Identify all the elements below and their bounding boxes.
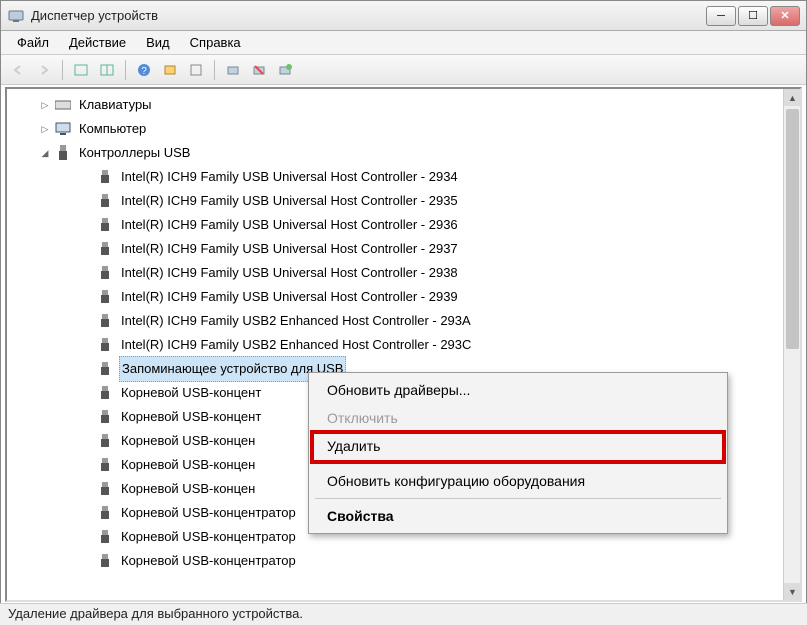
tree-item[interactable]: Intel(R) ICH9 Family USB2 Enhanced Host … xyxy=(11,333,800,357)
toolbar-separator xyxy=(62,60,63,80)
tree-label: Корневой USB-концент xyxy=(119,405,263,429)
tree-item[interactable]: Intel(R) ICH9 Family USB Universal Host … xyxy=(11,285,800,309)
usb-icon xyxy=(97,529,113,545)
usb-icon xyxy=(97,385,113,401)
context-separator xyxy=(315,463,721,464)
tree-label: Корневой USB-концен xyxy=(119,429,257,453)
usb-icon xyxy=(97,289,113,305)
context-delete[interactable]: Удалить xyxy=(311,432,725,460)
context-menu: Обновить драйверы... Отключить Удалить О… xyxy=(308,372,728,534)
tree-item[interactable]: Intel(R) ICH9 Family USB2 Enhanced Host … xyxy=(11,309,800,333)
tree-label: Компьютер xyxy=(77,117,148,141)
vertical-scrollbar[interactable]: ▲ ▼ xyxy=(783,89,800,600)
tree-label: Корневой USB-концентратор xyxy=(119,549,298,573)
tree-label: Intel(R) ICH9 Family USB Universal Host … xyxy=(119,237,460,261)
back-button[interactable] xyxy=(7,59,29,81)
tree-item[interactable]: Intel(R) ICH9 Family USB Universal Host … xyxy=(11,165,800,189)
context-update-drivers[interactable]: Обновить драйверы... xyxy=(311,376,725,404)
statusbar: Удаление драйвера для выбранного устройс… xyxy=(0,603,807,625)
menu-action[interactable]: Действие xyxy=(59,33,136,52)
menubar: Файл Действие Вид Справка xyxy=(1,31,806,55)
toolbar-btn-4[interactable] xyxy=(185,59,207,81)
tree-label: Intel(R) ICH9 Family USB Universal Host … xyxy=(119,213,460,237)
tree-node-keyboards[interactable]: ▷ Клавиатуры xyxy=(11,93,800,117)
expand-icon[interactable]: ▷ xyxy=(39,99,51,111)
usb-icon xyxy=(97,337,113,353)
usb-icon xyxy=(55,145,71,161)
usb-icon xyxy=(97,265,113,281)
expand-icon[interactable]: ▷ xyxy=(39,123,51,135)
toolbar: ? xyxy=(1,55,806,85)
usb-icon xyxy=(97,553,113,569)
usb-icon xyxy=(97,433,113,449)
app-icon xyxy=(7,7,25,25)
forward-button[interactable] xyxy=(33,59,55,81)
context-separator xyxy=(315,498,721,499)
scan-hardware-button[interactable] xyxy=(222,59,244,81)
tree-label: Клавиатуры xyxy=(77,93,154,117)
maximize-button[interactable]: ☐ xyxy=(738,6,768,26)
menu-help[interactable]: Справка xyxy=(180,33,251,52)
menu-view[interactable]: Вид xyxy=(136,33,180,52)
tree-label: Корневой USB-концентратор xyxy=(119,525,298,549)
svg-text:?: ? xyxy=(141,66,147,77)
close-button[interactable]: ✕ xyxy=(770,6,800,26)
toolbar-btn-6[interactable] xyxy=(274,59,296,81)
usb-icon xyxy=(97,241,113,257)
computer-icon xyxy=(55,121,71,137)
tree-label: Корневой USB-концентратор xyxy=(119,501,298,525)
tree-item[interactable]: Intel(R) ICH9 Family USB Universal Host … xyxy=(11,189,800,213)
tree-label: Intel(R) ICH9 Family USB Universal Host … xyxy=(119,165,460,189)
tree-item[interactable]: Intel(R) ICH9 Family USB Universal Host … xyxy=(11,213,800,237)
window-title: Диспетчер устройств xyxy=(31,8,706,23)
keyboard-icon xyxy=(55,97,71,113)
tree-label: Корневой USB-концен xyxy=(119,453,257,477)
usb-icon xyxy=(97,457,113,473)
tree-label: Intel(R) ICH9 Family USB Universal Host … xyxy=(119,261,460,285)
usb-icon xyxy=(97,169,113,185)
context-properties[interactable]: Свойства xyxy=(311,502,725,530)
scroll-down-button[interactable]: ▼ xyxy=(784,583,801,600)
tree-label: Intel(R) ICH9 Family USB Universal Host … xyxy=(119,285,460,309)
tree-label: Intel(R) ICH9 Family USB2 Enhanced Host … xyxy=(119,309,473,333)
minimize-button[interactable]: ─ xyxy=(706,6,736,26)
window-buttons: ─ ☐ ✕ xyxy=(706,6,800,26)
tree-label: Intel(R) ICH9 Family USB2 Enhanced Host … xyxy=(119,333,473,357)
tree-label: Корневой USB-концент xyxy=(119,381,263,405)
usb-icon xyxy=(97,481,113,497)
usb-icon xyxy=(97,217,113,233)
tree-item[interactable]: Intel(R) ICH9 Family USB Universal Host … xyxy=(11,237,800,261)
context-disable[interactable]: Отключить xyxy=(311,404,725,432)
tree-label: Корневой USB-концен xyxy=(119,477,257,501)
help-button[interactable]: ? xyxy=(133,59,155,81)
scroll-up-button[interactable]: ▲ xyxy=(784,89,801,106)
tree-label: Контроллеры USB xyxy=(77,141,192,165)
context-scan-hardware[interactable]: Обновить конфигурацию оборудования xyxy=(311,467,725,495)
tree-node-computer[interactable]: ▷ Компьютер xyxy=(11,117,800,141)
tree-item[interactable]: Корневой USB-концентратор xyxy=(11,549,800,573)
collapse-icon[interactable]: ◢ xyxy=(39,147,51,159)
toolbar-btn-1[interactable] xyxy=(70,59,92,81)
status-text: Удаление драйвера для выбранного устройс… xyxy=(8,606,303,621)
usb-icon xyxy=(97,193,113,209)
tree-node-usb-controllers[interactable]: ◢ Контроллеры USB xyxy=(11,141,800,165)
usb-icon xyxy=(97,361,113,377)
menu-file[interactable]: Файл xyxy=(7,33,59,52)
tree-item[interactable]: Intel(R) ICH9 Family USB Universal Host … xyxy=(11,261,800,285)
usb-icon xyxy=(97,409,113,425)
toolbar-separator xyxy=(214,60,215,80)
toolbar-btn-3[interactable] xyxy=(159,59,181,81)
usb-icon xyxy=(97,505,113,521)
toolbar-separator xyxy=(125,60,126,80)
titlebar: Диспетчер устройств ─ ☐ ✕ xyxy=(1,1,806,31)
toolbar-btn-5[interactable] xyxy=(248,59,270,81)
tree-label: Intel(R) ICH9 Family USB Universal Host … xyxy=(119,189,460,213)
usb-icon xyxy=(97,313,113,329)
scroll-thumb[interactable] xyxy=(786,109,799,349)
toolbar-btn-2[interactable] xyxy=(96,59,118,81)
